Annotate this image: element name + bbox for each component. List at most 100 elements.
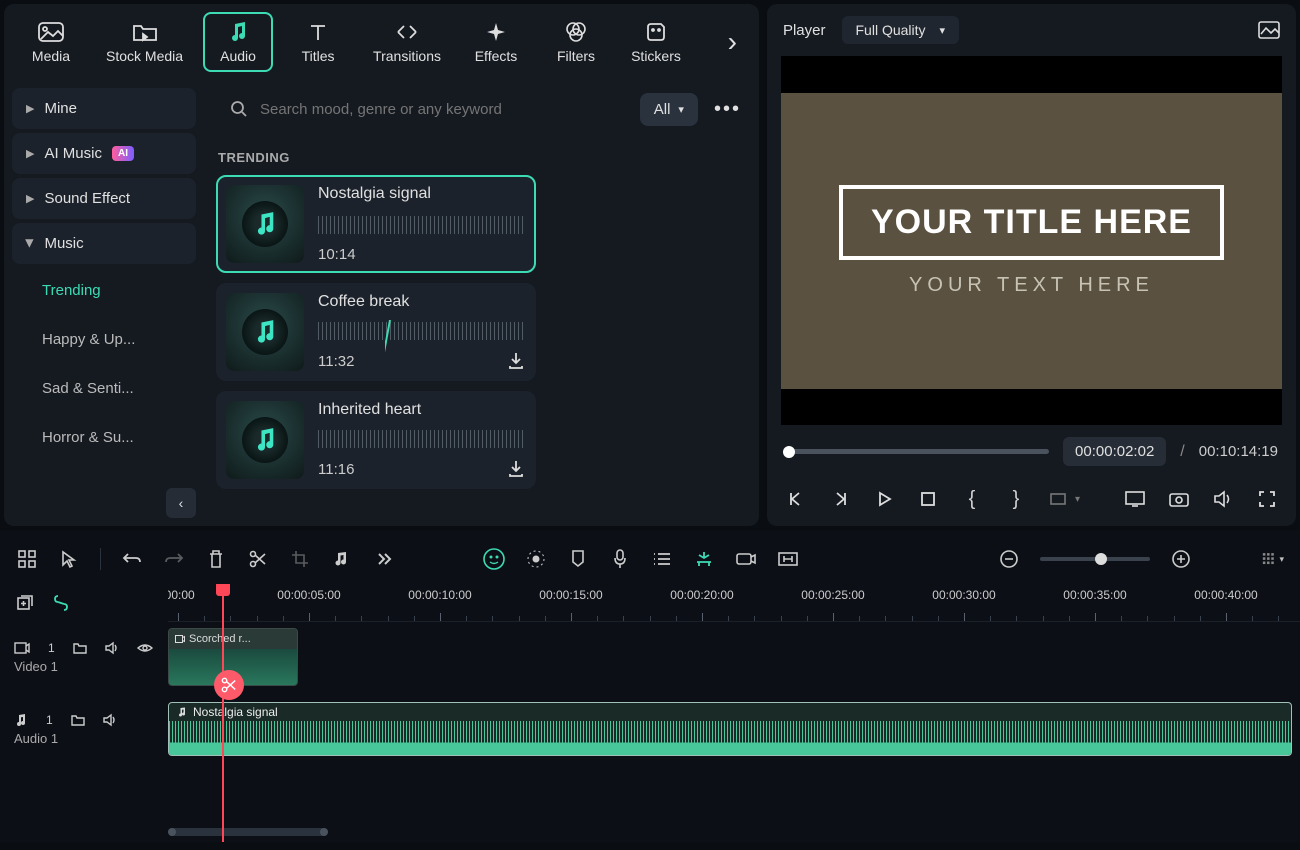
track-duration: 11:32 xyxy=(318,353,354,370)
sidebar-collapse-button[interactable]: ‹ xyxy=(166,488,196,518)
preview-title-box: YOUR TITLE HERE xyxy=(839,185,1224,260)
mark-in-button[interactable]: { xyxy=(961,488,983,510)
download-icon[interactable] xyxy=(506,351,526,371)
search-icon xyxy=(230,100,248,118)
preview-subtitle: YOUR TEXT HERE xyxy=(909,274,1154,297)
list-icon[interactable] xyxy=(651,548,673,570)
chevron-down-icon: ▾ xyxy=(678,103,684,116)
grid-icon[interactable] xyxy=(16,548,38,570)
sidebar-sub-sad[interactable]: Sad & Senti... xyxy=(12,366,196,411)
sidebar-item-music[interactable]: ▶Music xyxy=(12,223,196,264)
link-icon[interactable] xyxy=(735,548,757,570)
media-icon xyxy=(37,20,65,44)
aspect-dropdown[interactable]: ▾ xyxy=(1049,490,1080,508)
timeline-ruler[interactable]: :00:0000:00:05:0000:00:10:0000:00:15:000… xyxy=(168,584,1300,622)
sidebar-sub-trending[interactable]: Trending xyxy=(12,268,196,313)
redo-icon[interactable] xyxy=(163,548,185,570)
crop-icon[interactable] xyxy=(289,548,311,570)
add-track-icon[interactable] xyxy=(14,592,36,614)
section-title: TRENDING xyxy=(218,150,747,165)
sidebar-item-mine[interactable]: ▶Mine xyxy=(12,88,196,129)
folder-icon[interactable] xyxy=(73,642,87,654)
visibility-icon[interactable] xyxy=(137,642,153,654)
folder-icon[interactable] xyxy=(71,714,85,726)
fit-icon[interactable] xyxy=(777,548,799,570)
mic-icon[interactable] xyxy=(609,548,631,570)
video-preview[interactable]: YOUR TITLE HERE YOUR TEXT HERE xyxy=(781,56,1282,425)
search-input-wrapper xyxy=(216,90,630,128)
search-field[interactable] xyxy=(260,101,616,118)
audio-sidebar: ▶Mine ▶AI MusicAI ▶Sound Effect ▶Music T… xyxy=(4,80,204,526)
tab-media[interactable]: Media xyxy=(16,14,86,70)
filter-dropdown[interactable]: All▾ xyxy=(640,93,698,126)
player-panel: Player Full Quality▾ YOUR TITLE HERE YOU… xyxy=(767,4,1296,526)
track-thumbnail xyxy=(226,185,304,263)
mute-icon[interactable] xyxy=(103,713,117,727)
tab-audio[interactable]: Audio xyxy=(203,12,273,72)
sidebar-sub-horror[interactable]: Horror & Su... xyxy=(12,415,196,460)
effects-tool-icon[interactable] xyxy=(525,548,547,570)
track-name: Inherited heart xyxy=(318,401,526,419)
tab-titles[interactable]: Titles xyxy=(283,14,353,70)
tab-stickers[interactable]: Stickers xyxy=(621,14,691,70)
zoom-in-icon[interactable] xyxy=(1170,548,1192,570)
split-icon[interactable] xyxy=(247,548,269,570)
zoom-out-icon[interactable] xyxy=(998,548,1020,570)
zoom-slider[interactable] xyxy=(1040,557,1150,561)
video-track-label: Video 1 xyxy=(14,659,154,674)
audio-track-label: Audio 1 xyxy=(14,731,154,746)
audio-clip[interactable]: Nostalgia signal xyxy=(168,702,1292,756)
ai-avatar-icon[interactable] xyxy=(483,548,505,570)
transitions-icon xyxy=(393,20,421,44)
track-name: Coffee break xyxy=(318,293,526,311)
cursor-icon[interactable] xyxy=(58,548,80,570)
sparkle-icon xyxy=(482,20,510,44)
video-track-row[interactable]: Scorched r... xyxy=(168,622,1300,692)
play-button[interactable] xyxy=(873,488,895,510)
chevron-down-icon: ▾ xyxy=(940,24,946,37)
stop-button[interactable] xyxy=(917,488,939,510)
snapshot-icon[interactable] xyxy=(1258,21,1280,39)
volume-icon[interactable] xyxy=(1212,488,1234,510)
timeline-tracks[interactable]: :00:0000:00:05:0000:00:10:0000:00:15:000… xyxy=(168,584,1300,842)
track-thumbnail xyxy=(226,293,304,371)
lock-tracks-icon[interactable] xyxy=(50,592,72,614)
download-icon[interactable] xyxy=(506,459,526,479)
next-frame-button[interactable] xyxy=(829,488,851,510)
undo-icon[interactable] xyxy=(121,548,143,570)
tab-filters[interactable]: Filters xyxy=(541,14,611,70)
camera-icon[interactable] xyxy=(1168,488,1190,510)
tab-effects[interactable]: Effects xyxy=(461,14,531,70)
audio-track-row[interactable]: Nostalgia signal xyxy=(168,692,1300,766)
mute-icon[interactable] xyxy=(105,641,119,655)
more-options-button[interactable]: ••• xyxy=(708,98,747,121)
tabs-overflow[interactable]: › xyxy=(718,26,747,58)
more-tools-icon[interactable] xyxy=(373,548,395,570)
magnet-icon[interactable] xyxy=(693,548,715,570)
audio-track-header: 1 Audio 1 xyxy=(0,692,168,766)
track-item[interactable]: Nostalgia signal 10:14 xyxy=(216,175,536,273)
scrub-handle[interactable] xyxy=(783,446,795,458)
timeline-hscroll[interactable] xyxy=(168,828,328,836)
tab-transitions[interactable]: Transitions xyxy=(363,14,451,70)
quality-dropdown[interactable]: Full Quality▾ xyxy=(842,16,960,44)
view-mode-icon[interactable]: ▾ xyxy=(1262,548,1284,570)
sidebar-sub-happy[interactable]: Happy & Up... xyxy=(12,317,196,362)
track-item[interactable]: Coffee break 11:32 xyxy=(216,283,536,381)
scrub-bar[interactable] xyxy=(785,449,1049,454)
sidebar-item-sound-effect[interactable]: ▶Sound Effect xyxy=(12,178,196,219)
mark-out-button[interactable]: } xyxy=(1005,488,1027,510)
track-name: Nostalgia signal xyxy=(318,185,526,203)
track-item[interactable]: Inherited heart 11:16 xyxy=(216,391,536,489)
cut-indicator xyxy=(214,670,244,700)
track-waveform xyxy=(318,216,526,234)
delete-icon[interactable] xyxy=(205,548,227,570)
playhead[interactable] xyxy=(222,584,224,842)
tab-stock-media[interactable]: Stock Media xyxy=(96,14,193,70)
screen-icon[interactable] xyxy=(1124,488,1146,510)
prev-frame-button[interactable] xyxy=(785,488,807,510)
fullscreen-icon[interactable] xyxy=(1256,488,1278,510)
marker-icon[interactable] xyxy=(567,548,589,570)
sidebar-item-ai-music[interactable]: ▶AI MusicAI xyxy=(12,133,196,174)
audio-adjust-icon[interactable] xyxy=(331,548,353,570)
